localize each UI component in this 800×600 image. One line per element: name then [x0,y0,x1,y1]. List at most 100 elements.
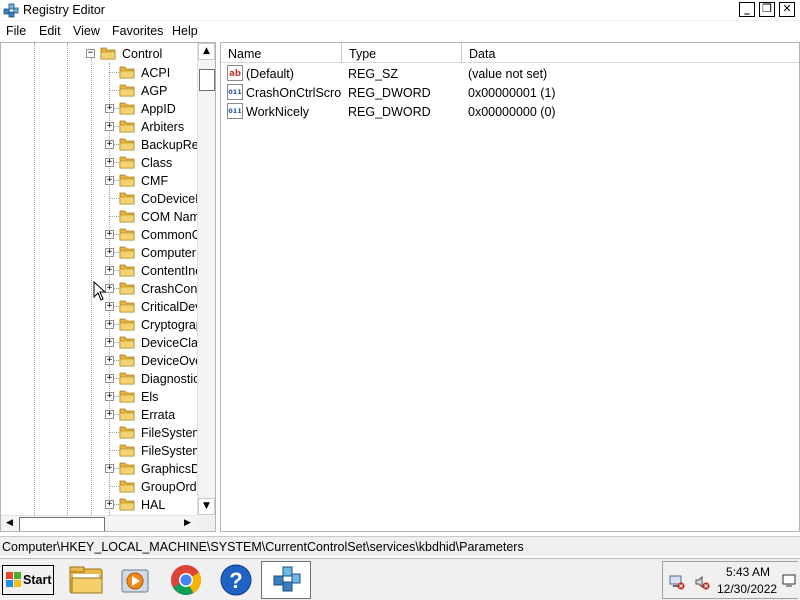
scroll-left-button[interactable]: ◀ [1,516,18,531]
expand-button[interactable]: + [105,104,114,113]
clock-date[interactable]: 12/30/2022 [717,582,777,596]
scroll-down-button[interactable]: ▼ [198,498,215,515]
expand-button[interactable]: + [105,374,114,383]
folder-icon [119,174,135,187]
column-header-data[interactable]: Data [462,43,799,63]
tree-item[interactable]: GroupOrde [1,477,197,495]
tree-horizontal-scroll-thumb[interactable] [19,517,105,531]
tree-item[interactable]: + CMF [1,171,197,189]
menu-help[interactable]: Help [172,24,198,38]
value-row[interactable]: ab (Default) REG_SZ (value not set) [221,64,799,83]
values-list-pane[interactable]: Name Type Data ab (Default) REG_SZ (value n… [220,42,800,532]
tree-connector-line [109,90,119,91]
volume-muted-icon[interactable] [694,574,710,590]
title-bar[interactable]: Registry Editor _ ❐ ✕ [0,0,800,21]
network-disconnected-icon[interactable] [669,574,685,590]
tree-vertical-scrollbar[interactable]: ▲ ▼ [197,43,215,515]
tree-item[interactable]: + HAL [1,495,197,513]
clock-time[interactable]: 5:43 AM [726,565,770,579]
folder-icon [119,444,135,457]
value-type: REG_DWORD [348,86,431,100]
expand-button[interactable]: + [105,248,114,257]
tree-item[interactable]: + AppID [1,99,197,117]
column-header-name[interactable]: Name [221,43,342,63]
expand-button[interactable]: + [105,140,114,149]
scroll-right-button[interactable]: ▶ [179,516,196,531]
key-tree-pane[interactable]: − Control ACPI AGP + AppID + Arbiters + BackupRes… [0,42,216,532]
tree-item[interactable]: + Class [1,153,197,171]
tree-item-label: BackupRes [141,138,197,152]
tree-item[interactable]: + ContentInc [1,261,197,279]
taskbar-registry-editor[interactable] [261,561,311,599]
folder-icon [119,318,135,331]
value-name: CrashOnCtrlScroll [246,86,342,100]
tree-item[interactable]: + GraphicsDr [1,459,197,477]
tree-item[interactable]: + Els [1,387,197,405]
tree-item[interactable]: FileSystem [1,423,197,441]
taskbar-chrome[interactable] [161,561,211,599]
tree-item[interactable]: + DeviceClas [1,333,197,351]
restore-button[interactable]: ❐ [759,2,775,17]
expand-button[interactable]: + [105,464,114,473]
tree-horizontal-scrollbar[interactable]: ◀ ▶ [1,515,197,531]
taskbar-media-player[interactable] [111,561,161,599]
collapse-button[interactable]: − [86,49,95,58]
folder-icon [119,66,135,79]
registry-editor-icon [273,566,301,592]
menu-edit[interactable]: Edit [39,24,61,38]
expand-button[interactable]: + [105,410,114,419]
tree-item[interactable]: + Cryptograp [1,315,197,333]
value-type: REG_DWORD [348,105,431,119]
scroll-up-button[interactable]: ▲ [198,43,215,60]
help-glyph: ? [229,568,242,593]
expand-button[interactable]: + [105,392,114,401]
tree-connector-line [109,216,119,217]
tree-item[interactable]: AGP [1,81,197,99]
tree-item-label: Els [141,390,159,404]
expand-button[interactable]: + [105,500,114,509]
menu-view[interactable]: View [73,24,100,38]
close-button[interactable]: ✕ [779,2,795,17]
expand-button[interactable]: + [105,302,114,311]
expand-button[interactable]: + [105,356,114,365]
taskbar-file-explorer[interactable] [61,561,111,599]
tree-item[interactable]: + Errata [1,405,197,423]
value-row[interactable]: 011 WorkNicely REG_DWORD 0x00000000 (0) [221,102,799,121]
menu-favorites[interactable]: Favorites [112,24,163,38]
tree-item-label: CommonG [141,228,197,242]
value-row[interactable]: 011 CrashOnCtrlScroll REG_DWORD 0x00000001 … [221,83,799,102]
value-type-glyph: 011 [228,88,242,96]
expand-button[interactable]: + [105,230,114,239]
value-data: 0x00000000 (0) [468,105,556,119]
status-bar: Computer\HKEY_LOCAL_MACHINE\SYSTEM\Curre… [0,536,800,556]
tree-item[interactable]: + DeviceOve [1,351,197,369]
column-header-type[interactable]: Type [342,43,462,63]
tree-item-control[interactable]: − Control [1,45,197,63]
minimize-button[interactable]: _ [739,2,755,17]
tree-item[interactable]: FileSystem [1,441,197,459]
value-data: (value not set) [468,67,548,81]
tree-item[interactable]: + Arbiters [1,117,197,135]
tree-item[interactable]: + ComputerI [1,243,197,261]
folder-icon [119,210,135,223]
taskbar-help[interactable]: ? [211,561,261,599]
expand-button[interactable]: + [105,158,114,167]
expand-button[interactable]: + [105,266,114,275]
show-desktop-icon[interactable] [782,573,796,587]
expand-button[interactable]: + [105,176,114,185]
tree-connector-line [109,486,119,487]
tree-vertical-scroll-thumb[interactable] [199,69,215,91]
expand-button[interactable]: + [105,338,114,347]
start-button[interactable]: Start [2,565,54,595]
tree-item[interactable]: COM Nam [1,207,197,225]
tree-item[interactable]: + Diagnostic [1,369,197,387]
folder-icon [119,102,135,115]
menu-file[interactable]: File [6,24,26,38]
expand-button[interactable]: + [105,320,114,329]
tree-item[interactable]: CoDeviceIr [1,189,197,207]
tree-item[interactable]: + CommonG [1,225,197,243]
tree-item[interactable]: ACPI [1,63,197,81]
expand-button[interactable]: + [105,122,114,131]
tree-item-label: AppID [141,102,176,116]
tree-item[interactable]: + BackupRes [1,135,197,153]
